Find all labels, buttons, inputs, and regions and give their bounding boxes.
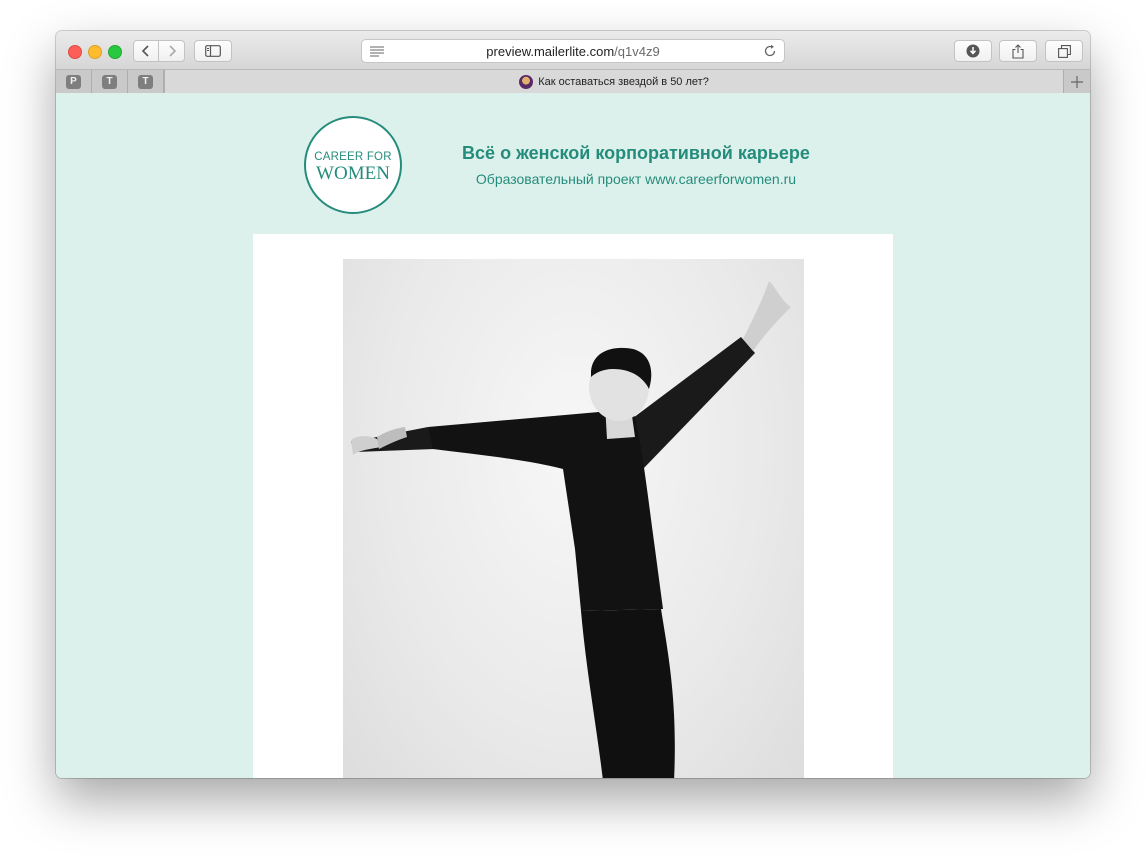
email-subline: Образовательный проект www.careerforwome… bbox=[475, 171, 797, 187]
forward-button[interactable] bbox=[159, 40, 185, 62]
navigation-buttons bbox=[133, 40, 185, 62]
minimize-window-button[interactable] bbox=[88, 45, 102, 59]
logo-line-1: CAREER FOR bbox=[314, 151, 392, 163]
sidebar-icon bbox=[205, 45, 221, 57]
career-for-women-logo[interactable]: CAREER FOR WOMEN bbox=[304, 116, 402, 214]
new-tab-button[interactable] bbox=[1064, 70, 1090, 93]
pinned-tab-1[interactable]: P bbox=[56, 70, 92, 93]
zoom-window-button[interactable] bbox=[108, 45, 122, 59]
address-url: preview.mailerlite.com/q1v4z9 bbox=[362, 44, 784, 59]
url-path: /q1v4z9 bbox=[614, 44, 660, 59]
browser-toolbar: preview.mailerlite.com/q1v4z9 bbox=[56, 31, 1090, 70]
active-tab[interactable]: Как оставаться звездой в 50 лет? bbox=[164, 70, 1064, 93]
pinned-tab-2[interactable]: T bbox=[92, 70, 128, 93]
share-button[interactable] bbox=[999, 40, 1037, 62]
sidebar-toggle-button[interactable] bbox=[194, 40, 232, 62]
email-card bbox=[253, 234, 893, 778]
download-icon bbox=[966, 44, 980, 58]
browser-window: preview.mailerlite.com/q1v4z9 P T T Как … bbox=[56, 31, 1090, 778]
chevron-right-icon bbox=[168, 45, 176, 57]
logo-line-2: WOMEN bbox=[316, 163, 390, 184]
share-icon bbox=[1012, 43, 1024, 59]
email-headline: Всё о женской корпоративной карьере bbox=[462, 143, 810, 163]
pinned-tab-3[interactable]: T bbox=[128, 70, 164, 93]
hero-photo bbox=[343, 259, 804, 778]
dancer-silhouette-image bbox=[351, 281, 791, 778]
downloads-button[interactable] bbox=[954, 40, 992, 62]
active-tab-title: Как оставаться звездой в 50 лет? bbox=[538, 75, 709, 88]
pinned-tab-icon: T bbox=[138, 74, 153, 89]
pinned-tab-icon: T bbox=[102, 74, 117, 89]
url-host: preview.mailerlite.com bbox=[486, 44, 615, 59]
tabs-icon bbox=[1057, 44, 1071, 58]
page-content: CAREER FOR WOMEN Всё о женской корпорати… bbox=[56, 93, 1090, 778]
tab-bar: P T T Как оставаться звездой в 50 лет? bbox=[56, 70, 1090, 94]
close-window-button[interactable] bbox=[68, 45, 82, 59]
back-button[interactable] bbox=[133, 40, 159, 62]
plus-icon bbox=[1071, 75, 1083, 88]
pinned-tab-icon: P bbox=[66, 74, 81, 89]
chevron-left-icon bbox=[141, 45, 149, 57]
favicon-icon bbox=[519, 74, 534, 89]
reload-icon[interactable] bbox=[763, 44, 777, 58]
tab-overview-button[interactable] bbox=[1045, 40, 1083, 62]
address-bar[interactable]: preview.mailerlite.com/q1v4z9 bbox=[361, 39, 785, 63]
